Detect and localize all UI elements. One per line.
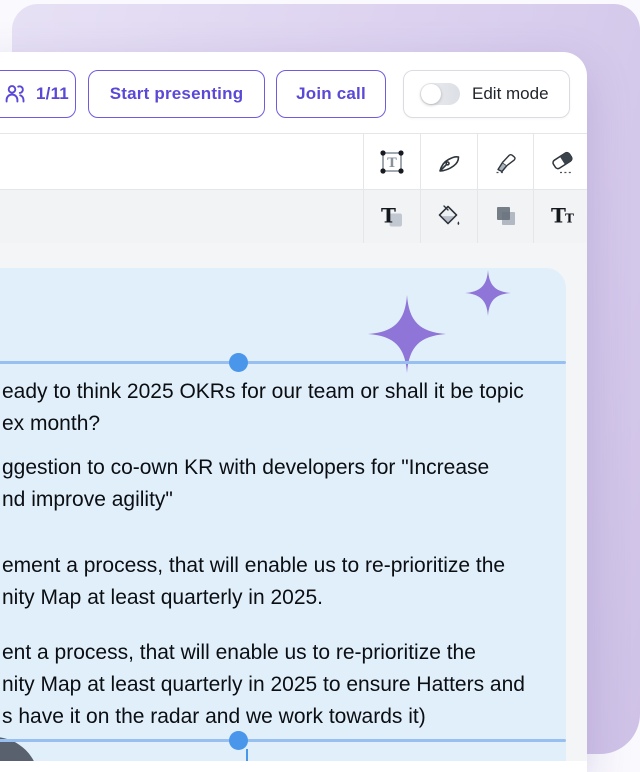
fill-color-icon (435, 202, 463, 230)
shapes-overlap-icon (492, 202, 520, 230)
svg-text:T: T (551, 204, 566, 228)
text-color-icon: T (378, 202, 406, 230)
tool-eraser[interactable] (534, 134, 590, 189)
selection-handle-bottom[interactable] (229, 731, 248, 750)
sparkle-large-icon (368, 295, 446, 378)
doc-text-line[interactable]: ent a process, that will enable us to re… (2, 640, 476, 666)
participants-icon (3, 82, 27, 106)
selection-line-bottom (0, 739, 566, 742)
tool-text-box-select[interactable]: T (364, 134, 420, 189)
participants-count: 1/11 (36, 84, 69, 103)
app-screen: { "header": { "participants_label": "1/1… (0, 0, 640, 772)
tool-shapes[interactable] (478, 190, 534, 242)
pen-icon (435, 148, 463, 176)
doc-text-line[interactable]: eady to think 2025 OKRs for our team or … (2, 379, 524, 405)
edit-mode-label: Edit mode (472, 84, 549, 103)
selection-handle-top[interactable] (229, 353, 248, 372)
eraser-icon (547, 147, 577, 177)
doc-text-line[interactable]: ement a process, that will enable us to … (2, 553, 505, 579)
edit-mode-toggle[interactable] (420, 83, 460, 105)
svg-text:T: T (381, 204, 396, 228)
tool-fill-color[interactable] (421, 190, 477, 242)
selection-stem (246, 749, 248, 761)
doc-text-line[interactable]: s have it on the radar and we work towar… (2, 704, 426, 730)
doc-text-line[interactable]: nity Map at least quarterly in 2025 to e… (2, 672, 525, 698)
tool-highlighter[interactable] (478, 134, 534, 189)
font-size-icon: T T (547, 202, 577, 230)
doc-text-line[interactable]: nity Map at least quarterly in 2025. (2, 585, 323, 611)
tool-text-color[interactable]: T (364, 190, 420, 242)
text-box-select-icon: T (377, 147, 407, 177)
svg-text:T: T (387, 156, 397, 171)
highlighter-icon (492, 148, 520, 176)
sparkle-small-icon (465, 270, 511, 321)
doc-text-line[interactable]: nd improve agility" (2, 487, 173, 513)
edit-mode-group: Edit mode (403, 70, 570, 118)
doc-text-line[interactable]: ggestion to co-own KR with developers fo… (2, 455, 489, 481)
tool-font-size[interactable]: T T (534, 190, 590, 242)
document-panel[interactable]: eady to think 2025 OKRs for our team or … (0, 268, 566, 761)
selection-line-top (0, 361, 566, 364)
start-presenting-button[interactable]: Start presenting (88, 70, 265, 118)
toggle-knob (421, 84, 441, 104)
svg-text:T: T (565, 212, 574, 226)
doc-text-line[interactable]: ex month? (2, 411, 100, 437)
participants-button[interactable]: 1/11 (0, 70, 76, 118)
join-call-button[interactable]: Join call (276, 70, 386, 118)
tool-pen[interactable] (421, 134, 477, 189)
